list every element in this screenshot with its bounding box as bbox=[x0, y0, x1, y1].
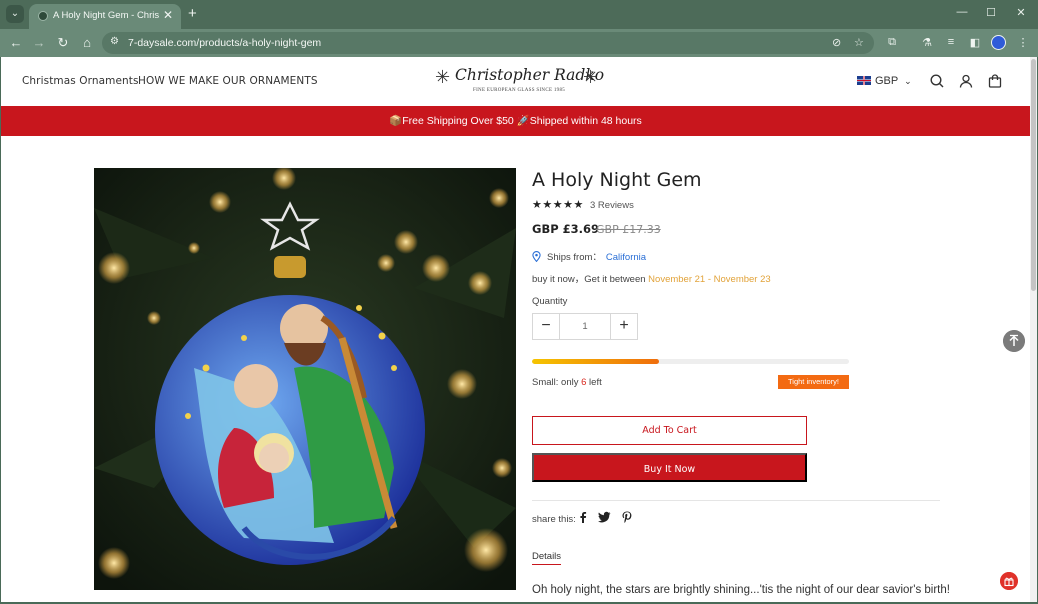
browser-toolbar: ← → ↻ ⌂ ⚙ 7-daysale.com/products/a-holy-… bbox=[0, 29, 1038, 57]
divider bbox=[532, 500, 940, 501]
ships-from-row: Ships from： California bbox=[532, 249, 646, 263]
logo-star-icon: ✳ bbox=[435, 67, 451, 87]
quantity-label: Quantity bbox=[532, 296, 568, 307]
profile-avatar-icon[interactable] bbox=[991, 35, 1006, 50]
home-icon[interactable]: ⌂ bbox=[79, 35, 95, 50]
account-icon[interactable] bbox=[958, 73, 974, 89]
stock-suffix: left bbox=[586, 377, 602, 388]
menu-kebab-icon[interactable]: ⋮ bbox=[1015, 36, 1031, 49]
location-pin-icon bbox=[532, 251, 541, 262]
new-tab-button[interactable]: + bbox=[188, 5, 197, 22]
bookmark-star-icon[interactable]: ☆ bbox=[854, 36, 864, 49]
reviews-link[interactable]: 3 Reviews bbox=[590, 200, 634, 211]
twitter-icon[interactable] bbox=[598, 511, 611, 523]
stock-text: Small: only 6 left bbox=[532, 377, 602, 388]
quantity-input[interactable]: 1 bbox=[560, 314, 610, 339]
web-page: Christmas Ornaments HOW WE MAKE OUR ORNA… bbox=[1, 57, 1030, 602]
currency-label: GBP bbox=[875, 75, 899, 87]
product-image-ornament[interactable] bbox=[94, 168, 516, 590]
nav-how-we-make[interactable]: HOW WE MAKE OUR ORNAMENTS bbox=[138, 75, 318, 87]
tight-inventory-badge: Tight inventory! bbox=[778, 375, 849, 389]
reload-icon[interactable]: ↻ bbox=[55, 35, 71, 51]
forward-arrow-icon[interactable]: → bbox=[31, 35, 47, 50]
tab-close-icon[interactable]: ✕ bbox=[163, 8, 173, 22]
url-text[interactable]: 7-daysale.com/products/a-holy-night-gem bbox=[128, 37, 321, 49]
back-to-top-button[interactable] bbox=[1003, 330, 1025, 352]
share-label: share this: bbox=[532, 514, 576, 525]
labs-icon[interactable]: ⚗ bbox=[919, 36, 935, 49]
add-to-cart-button[interactable]: Add To Cart bbox=[532, 416, 807, 445]
nav-christmas-ornaments[interactable]: Christmas Ornaments bbox=[22, 75, 139, 87]
close-window-button[interactable]: ✕ bbox=[1011, 6, 1031, 19]
browser-tab-bar: ⌄ A Holy Night Gem - Christopher Radko ✕… bbox=[0, 0, 1038, 29]
back-arrow-icon[interactable]: ← bbox=[8, 35, 24, 50]
buy-it-now-button[interactable]: Buy It Now bbox=[532, 453, 807, 482]
media-icon[interactable]: ≡ bbox=[943, 36, 959, 48]
favicon-icon bbox=[38, 11, 48, 21]
tab-search-button[interactable]: ⌄ bbox=[6, 5, 24, 23]
side-panel-icon[interactable]: ◧ bbox=[967, 36, 983, 49]
rating-stars: ★★★★★ bbox=[532, 199, 584, 211]
current-price: GBP £3.69 bbox=[532, 222, 600, 236]
site-header: Christmas Ornaments HOW WE MAKE OUR ORNA… bbox=[1, 57, 1030, 106]
maximize-button[interactable]: ☐ bbox=[981, 6, 1001, 19]
address-bar[interactable]: ⚙ 7-daysale.com/products/a-holy-night-ge… bbox=[102, 32, 874, 54]
ships-from-location: California bbox=[605, 252, 647, 263]
uk-flag-icon bbox=[857, 76, 871, 85]
tab-title: A Holy Night Gem - Christopher Radko bbox=[53, 10, 159, 21]
scrollbar-thumb[interactable] bbox=[1031, 59, 1036, 291]
browser-tab[interactable]: A Holy Night Gem - Christopher Radko ✕ bbox=[29, 4, 181, 29]
product-title: A Holy Night Gem bbox=[532, 169, 702, 191]
quantity-increase-button[interactable]: + bbox=[610, 314, 637, 339]
site-info-icon[interactable]: ⚙ bbox=[110, 36, 119, 47]
stock-prefix: Small: only bbox=[532, 377, 582, 388]
stock-progress-bar bbox=[532, 359, 849, 364]
eye-off-icon[interactable]: ⊘ bbox=[832, 36, 841, 49]
tab-details[interactable]: Details bbox=[532, 551, 562, 565]
cart-icon[interactable] bbox=[987, 73, 1003, 89]
chevron-down-icon: ⌄ bbox=[904, 76, 912, 86]
quantity-stepper: − 1 + bbox=[532, 313, 638, 340]
logo-star-icon: ✳ bbox=[583, 67, 599, 87]
delivery-estimate: buy it now，Get it between November 21 - … bbox=[532, 271, 771, 285]
gift-widget-icon[interactable] bbox=[1000, 572, 1018, 590]
pinterest-icon[interactable] bbox=[621, 511, 633, 523]
facebook-icon[interactable] bbox=[577, 511, 589, 523]
quantity-decrease-button[interactable]: − bbox=[533, 314, 560, 339]
product-description: Oh holy night, the stars are brightly sh… bbox=[532, 584, 950, 596]
page-scrollbar[interactable] bbox=[1030, 57, 1037, 602]
stock-progress-fill bbox=[532, 359, 659, 364]
minimize-button[interactable]: — bbox=[952, 6, 972, 18]
search-icon[interactable] bbox=[929, 73, 945, 89]
delivery-prefix: buy it now，Get it between bbox=[532, 274, 649, 285]
christopher-radko-logo[interactable]: ✳ Christopher Radko ✳ FINE EUROPEAN GLAS… bbox=[435, 66, 604, 98]
extensions-icon[interactable]: ⧉ bbox=[884, 36, 900, 49]
currency-selector[interactable]: GBP ⌄ bbox=[857, 75, 912, 87]
promo-banner: 📦Free Shipping Over $50 🚀Shipped within … bbox=[1, 106, 1030, 136]
logo-text: Christopher Radko bbox=[455, 66, 605, 84]
delivery-dates: November 21 - November 23 bbox=[648, 274, 771, 285]
ships-from-label: Ships from： bbox=[547, 252, 602, 263]
original-price: GBP £17.33 bbox=[596, 223, 661, 236]
logo-tagline: FINE EUROPEAN GLASS SINCE 1985 bbox=[473, 88, 566, 93]
